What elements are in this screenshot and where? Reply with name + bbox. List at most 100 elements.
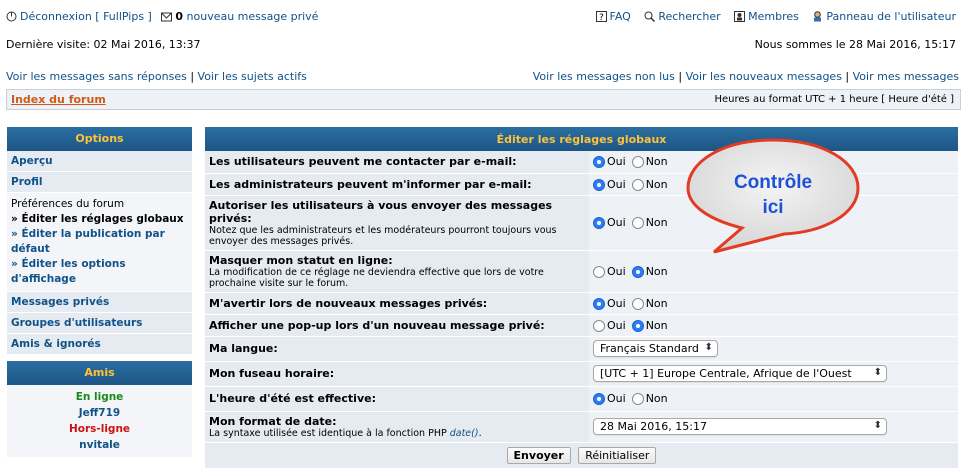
- setting-0-yes-option[interactable]: Oui: [593, 155, 626, 169]
- setting-label-cell: M'avertir lors de nouveaux messages priv…: [205, 292, 589, 315]
- sidebar-item-profile[interactable]: Profil: [7, 172, 192, 193]
- timezone-select[interactable]: [UTC + 1] Europe Centrale, Afrique de l'…: [593, 365, 887, 382]
- setting-1-no-option[interactable]: Non: [631, 178, 668, 191]
- sidebar-sub-post[interactable]: » Éditer la publication par défaut: [11, 228, 165, 255]
- no-label: Non: [645, 296, 668, 310]
- logout-icon: [6, 11, 17, 22]
- settings-row: Mon fuseau horaire: [UTC + 1] Europe Cen…: [205, 361, 958, 387]
- radio-yes[interactable]: [593, 156, 605, 169]
- setting-2-yes-option[interactable]: Oui: [593, 216, 626, 229]
- active-topics-link[interactable]: Voir les sujets actifs: [198, 70, 307, 83]
- sidebar-sub-view[interactable]: » Éditer les options d'affichage: [11, 258, 126, 285]
- radio-yes[interactable]: [593, 265, 605, 278]
- radio-no[interactable]: [631, 265, 644, 278]
- top-left-links: Déconnexion [ FullPips ] 0 nouveau messa…: [6, 10, 318, 23]
- search-icon: [644, 11, 656, 23]
- user-panel-icon: [812, 11, 823, 22]
- radio-yes[interactable]: [593, 297, 605, 310]
- new-posts-link[interactable]: Voir les nouveaux messages: [686, 70, 842, 83]
- setting-5-yes-option[interactable]: Oui: [593, 319, 626, 332]
- radio-yes[interactable]: [593, 393, 605, 405]
- ucp-link[interactable]: Panneau de l'utilisateur: [812, 10, 956, 23]
- logout-label: Déconnexion [ FullPips ]: [20, 10, 152, 23]
- no-label: Non: [645, 264, 668, 278]
- envelope-icon: [161, 11, 173, 22]
- submit-button[interactable]: Envoyer: [506, 446, 571, 464]
- pm-link[interactable]: nouveau message privé: [187, 10, 319, 23]
- forum-index-link[interactable]: Index du forum: [11, 93, 106, 106]
- setting-label: Afficher une pop-up lors d'un nouveau me…: [209, 318, 545, 332]
- yes-label: Oui: [607, 318, 626, 332]
- offline-label: Hors-ligne: [68, 423, 131, 435]
- members-link[interactable]: Membres: [734, 10, 799, 23]
- setting-5-no-option[interactable]: Non: [631, 318, 668, 332]
- reset-button[interactable]: Réinitialiser: [578, 446, 657, 464]
- setting-3-no-option[interactable]: Non: [631, 264, 668, 278]
- radio-yes[interactable]: [593, 217, 605, 229]
- dateformat-select[interactable]: 28 Mai 2016, 15:17: [593, 418, 887, 435]
- radio-no[interactable]: [631, 217, 644, 229]
- my-posts-link[interactable]: Voir mes messages: [853, 70, 959, 83]
- timezone-info: Heures au format UTC + 1 heure [ Heure d…: [714, 94, 955, 105]
- no-label: Non: [645, 392, 668, 405]
- setting-3-yes-option[interactable]: Oui: [593, 265, 626, 278]
- yes-label: Oui: [607, 177, 626, 191]
- search-label[interactable]: Rechercher: [658, 10, 720, 23]
- language-select[interactable]: Français Standard: [593, 340, 718, 357]
- search-links-left: Voir les messages sans réponses | Voir l…: [6, 70, 307, 83]
- radio-yes[interactable]: [593, 319, 605, 332]
- settings-row: L'heure d'été est effective: Oui Non: [205, 386, 958, 412]
- unanswered-link[interactable]: Voir les messages sans réponses: [6, 70, 187, 83]
- sidebar-sub-global[interactable]: » Éditer les réglages globaux: [11, 212, 188, 227]
- setting-label-cell: Masquer mon statut en ligne: La modificat…: [205, 250, 589, 293]
- no-label: Non: [645, 216, 668, 229]
- setting-4-yes-option[interactable]: Oui: [593, 297, 626, 310]
- faq-link[interactable]: ? FAQ: [595, 10, 631, 23]
- friends-header: Amis: [7, 361, 192, 385]
- radio-no[interactable]: [631, 156, 644, 169]
- no-label: Non: [645, 318, 668, 332]
- search-links-right: Voir les messages non lus | Voir les nou…: [532, 70, 959, 83]
- sidebar-item-groups[interactable]: Groupes d'utilisateurs: [7, 313, 192, 334]
- pm-count: 0: [175, 10, 184, 23]
- search-link[interactable]: Rechercher: [644, 10, 721, 23]
- timezone-label: Mon fuseau horaire:: [205, 361, 589, 387]
- radio-yes[interactable]: [593, 178, 605, 191]
- sidebar-item-pm[interactable]: Messages privés: [7, 292, 192, 313]
- members-label[interactable]: Membres: [748, 10, 799, 23]
- breadcrumb-bar: Index du forum Heures au format UTC + 1 …: [6, 89, 961, 110]
- friend-online-user[interactable]: Jeff719: [79, 407, 120, 419]
- language-label: Ma langue:: [205, 336, 589, 362]
- setting-0-no-option[interactable]: Non: [631, 155, 668, 169]
- radio-no[interactable]: [631, 393, 644, 405]
- setting-4-no-option[interactable]: Non: [631, 296, 668, 310]
- setting-2-no-option[interactable]: Non: [631, 216, 668, 229]
- unread-link[interactable]: Voir les messages non lus: [533, 70, 675, 83]
- sidebar-item-friends-foes[interactable]: Amis & ignorés: [7, 334, 192, 355]
- dst-yes-option[interactable]: Oui: [593, 392, 626, 405]
- radio-no[interactable]: [631, 319, 644, 332]
- setting-value-cell: Oui Non: [589, 314, 958, 337]
- radio-no[interactable]: [631, 297, 644, 310]
- sidebar-item-overview[interactable]: Aperçu: [7, 151, 192, 172]
- dst-no-option[interactable]: Non: [631, 392, 668, 405]
- pm-indicator[interactable]: 0 nouveau message privé: [161, 10, 318, 23]
- faq-label[interactable]: FAQ: [610, 10, 631, 23]
- setting-label: Masquer mon statut en ligne:: [209, 253, 393, 267]
- setting-1-yes-option[interactable]: Oui: [593, 178, 626, 191]
- ucp-label[interactable]: Panneau de l'utilisateur: [826, 10, 956, 23]
- friend-offline-user[interactable]: nvitale: [79, 439, 120, 451]
- current-time: Nous sommes le 28 Mai 2016, 15:17: [754, 38, 956, 51]
- options-header: Options: [7, 127, 192, 151]
- svg-text:?: ?: [599, 13, 604, 22]
- php-date-link[interactable]: date(): [450, 428, 479, 439]
- preferences-title: Préférences du forum: [11, 198, 125, 210]
- yes-label: Oui: [607, 264, 626, 278]
- logout-link[interactable]: Déconnexion [ FullPips ]: [6, 10, 152, 23]
- setting-label: Les utilisateurs peuvent me contacter pa…: [209, 155, 517, 169]
- settings-row: Afficher une pop-up lors d'un nouveau me…: [205, 314, 958, 337]
- dateformat-cell: Mon format de date: La syntaxe utilisée …: [205, 411, 589, 443]
- radio-no[interactable]: [631, 178, 644, 191]
- top-right-links: ? FAQ Rechercher Membres Panneau de l'uti…: [586, 10, 956, 23]
- no-label: Non: [645, 155, 668, 169]
